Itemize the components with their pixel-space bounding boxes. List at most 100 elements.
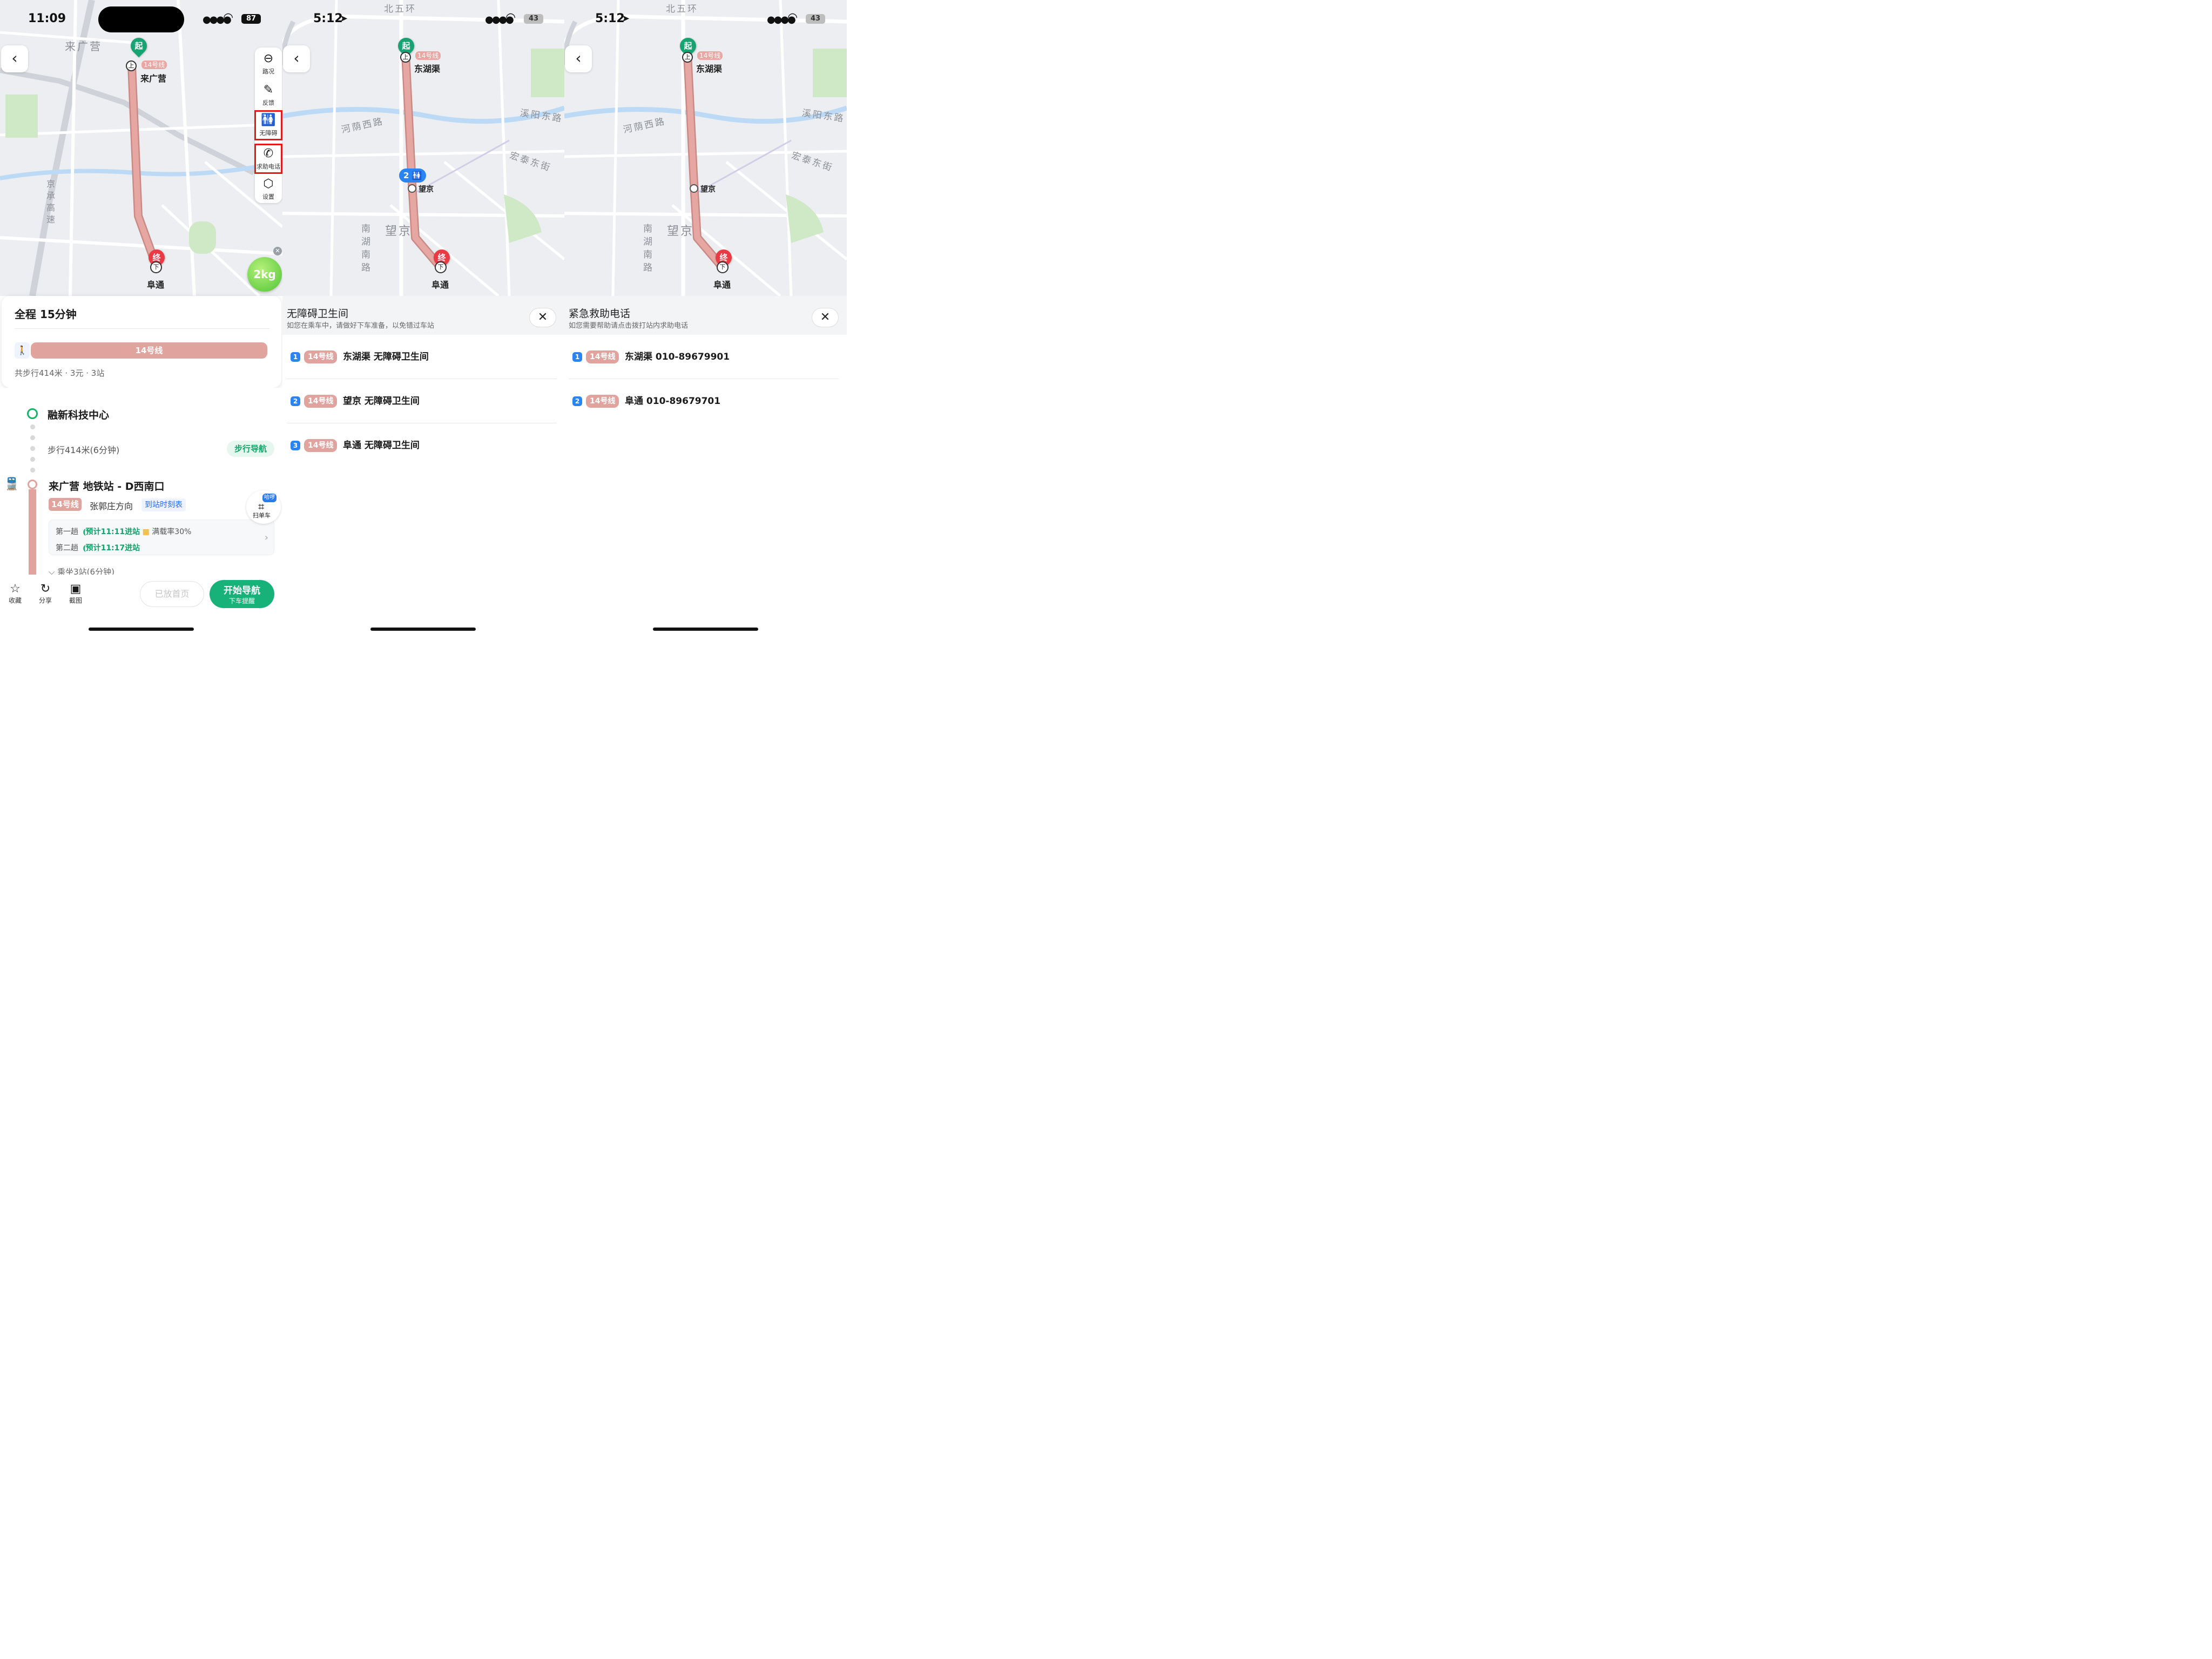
route-detail-screen: 11:09 ●●●● ◠ 87 ‹ 来广营 京承高速 起 14号线 上 来广营 … xyxy=(0,0,282,635)
route-map[interactable]: 5:12 ➤ ●●●● ◠ 43 ‹ 北五环 河荫西路 溪阳东路 宏泰东街 南湖… xyxy=(564,0,847,296)
end-station-label: 阜通 xyxy=(147,280,165,290)
help-phone-button[interactable]: ✆ 求助电话 xyxy=(254,144,282,174)
emergency-phone-sheet: 紧急救助电话 如您需要帮助请点击拨打站内求助电话 ✕ 1 14号线 东湖渠 01… xyxy=(564,296,847,635)
alight-badge: 下 xyxy=(435,261,447,273)
board-badge: 上 xyxy=(126,60,137,71)
start-pin: 起 xyxy=(127,34,151,58)
route-map[interactable]: 11:09 ●●●● ◠ 87 ‹ 来广营 京承高速 起 14号线 上 来广营 … xyxy=(0,0,282,296)
crowd-icon: ▦ xyxy=(142,528,150,536)
path-dot xyxy=(30,446,35,451)
line-bar: 14号线 xyxy=(31,342,267,359)
walk-nav-button[interactable]: 步行导航 xyxy=(227,441,274,457)
phone-list-item[interactable]: 2 14号线 阜通 010-89679701 xyxy=(564,379,847,423)
road-label: 南湖南路 xyxy=(643,224,654,273)
accessible-restroom-icon: 🚻 xyxy=(261,113,276,127)
route-steps: 融新科技中心 步行414米(6分钟) 步行导航 🚆 来广营 地铁站 - D西南口… xyxy=(0,388,282,577)
back-button[interactable]: ‹ xyxy=(1,45,28,72)
path-dot xyxy=(30,424,35,429)
restroom-sheet: 无障碍卫生间 如您在乘车中，请做好下车准备，以免错过车站 ✕ 1 14号线 东湖… xyxy=(282,296,564,635)
carbon-saving-badge[interactable]: 2kg xyxy=(247,257,282,292)
feedback-button[interactable]: ✎ 反馈 xyxy=(255,80,282,110)
road-label: 北五环 xyxy=(666,4,698,15)
restroom-count-marker[interactable]: 2 🚻 xyxy=(399,168,427,183)
station-label: 望京 xyxy=(700,185,716,194)
sheet-subtitle: 如您需要帮助请点击拨打站内求助电话 xyxy=(569,322,689,330)
line-tag: 14号线 xyxy=(304,439,338,452)
map-roads xyxy=(564,0,847,296)
board-badge: 上 xyxy=(682,52,693,63)
phone-list-item[interactable]: 1 14号线 东湖渠 010-89679901 xyxy=(564,335,847,379)
settings-icon: ⬡ xyxy=(263,177,274,191)
board-badge: 上 xyxy=(400,52,411,63)
line-tag: 14号线 xyxy=(415,51,441,60)
sheet-header: 无障碍卫生间 如您在乘车中，请做好下车准备，以免错过车站 ✕ xyxy=(282,296,564,335)
ride-line xyxy=(29,489,36,576)
route-map[interactable]: 5:12 ➤ ●●●● ◠ 43 ‹ 北五环 河荫西路 溪阳东路 宏泰东街 南湖… xyxy=(282,0,564,296)
brand-badge: 哈啰 xyxy=(262,494,276,502)
status-time: 5:12 xyxy=(313,12,343,25)
status-time: 5:12 xyxy=(595,12,625,25)
share-icon: ↻ xyxy=(40,582,51,596)
close-button[interactable]: ✕ xyxy=(812,308,839,327)
close-icon[interactable]: ✕ xyxy=(273,247,282,255)
list-item[interactable]: 2 14号线 望京 无障碍卫生间 xyxy=(282,379,564,423)
traffic-button[interactable]: ⊖ 路况 xyxy=(255,49,282,79)
line-tag: 14号线 xyxy=(304,350,338,363)
dynamic-island xyxy=(98,6,184,32)
start-navigation-button[interactable]: 开始导航 下车提醒 xyxy=(210,580,274,608)
back-button[interactable]: ‹ xyxy=(283,45,310,72)
highway-label: 京承高速 xyxy=(46,179,57,225)
location-arrow-icon: ➤ xyxy=(622,13,630,24)
route-summary-card[interactable]: 全程 15分钟 🚶 14号线 共步行414米 · 3元 · 3站 xyxy=(2,296,281,388)
bottom-action-bar: ☆ 收藏 ↻ 分享 ▣ 截图 已放首页 开始导航 下车提醒 xyxy=(0,575,282,635)
station-label: 东湖渠 xyxy=(696,64,723,74)
line-tag: 14号线 xyxy=(586,350,619,363)
favorite-button[interactable]: ☆ 收藏 xyxy=(4,582,26,605)
status-bar: 11:09 ●●●● ◠ 87 xyxy=(0,0,282,38)
board-station: 来广营 地铁站 - D西南口 xyxy=(49,481,165,493)
back-button[interactable]: ‹ xyxy=(565,45,592,72)
share-button[interactable]: ↻ 分享 xyxy=(35,582,56,605)
road-label: 北五环 xyxy=(384,4,416,15)
home-indicator[interactable] xyxy=(89,628,194,631)
line-tag: 14号线 xyxy=(141,60,167,69)
status-bar: 5:12 ➤ ●●●● ◠ 43 xyxy=(282,0,564,38)
list-item[interactable]: 3 14号线 阜通 无障碍卫生间 xyxy=(282,423,564,468)
image-icon: ▣ xyxy=(70,582,82,596)
settings-button[interactable]: ⬡ 设置 xyxy=(255,174,282,204)
map-roads xyxy=(282,0,564,296)
sheet-subtitle: 如您在乘车中，请做好下车准备，以免错过车站 xyxy=(287,322,435,330)
close-button[interactable]: ✕ xyxy=(529,308,556,327)
wifi-icon: ◠ xyxy=(505,11,516,24)
line-tag: 14号线 xyxy=(304,395,338,408)
path-dot xyxy=(30,435,35,440)
accessibility-button[interactable]: 🚻 无障碍 xyxy=(254,110,282,140)
walk-icon: 🚶 xyxy=(15,342,30,359)
walk-segment: 步行414米(6分钟) xyxy=(48,445,120,455)
train1-load: 满载率30% xyxy=(152,528,192,536)
pinned-home-button[interactable]: 已放首页 xyxy=(140,581,204,607)
path-dot xyxy=(30,468,35,473)
sheet-title: 紧急救助电话 xyxy=(569,308,631,320)
accessible-restroom-screen: 5:12 ➤ ●●●● ◠ 43 ‹ 北五环 河荫西路 溪阳东路 宏泰东街 南湖… xyxy=(282,0,564,635)
accessible-restroom-icon: 🚻 xyxy=(412,171,422,180)
line-tag: 14号线 xyxy=(49,498,82,511)
list-item[interactable]: 1 14号线 东湖渠 无障碍卫生间 xyxy=(282,335,564,379)
station-dot xyxy=(690,184,698,193)
star-icon: ☆ xyxy=(10,582,21,596)
home-indicator[interactable] xyxy=(370,628,476,631)
home-indicator[interactable] xyxy=(653,628,758,631)
line-tag: 14号线 xyxy=(697,51,723,60)
path-dot xyxy=(30,457,35,462)
station-label: 阜通 xyxy=(431,280,449,290)
scan-bike-button[interactable]: 哈啰 ⌗ 扫单车 xyxy=(246,490,281,524)
road-label: 南湖南路 xyxy=(361,224,372,273)
origin-marker xyxy=(27,408,38,419)
status-bar: 5:12 ➤ ●●●● ◠ 43 xyxy=(564,0,847,38)
timetable-link[interactable]: 到站时刻表 xyxy=(141,498,186,511)
screenshot-button[interactable]: ▣ 截图 xyxy=(65,582,86,605)
next-trains[interactable]: 第一趟 ⦅预计11:11进站 ▦ 满载率30% 第二趟 ⦅预计11:17进站 › xyxy=(49,520,274,555)
battery-icon: 43 xyxy=(806,14,825,24)
start-station-label: 来广营 xyxy=(140,73,167,84)
battery-icon: 87 xyxy=(241,14,261,24)
